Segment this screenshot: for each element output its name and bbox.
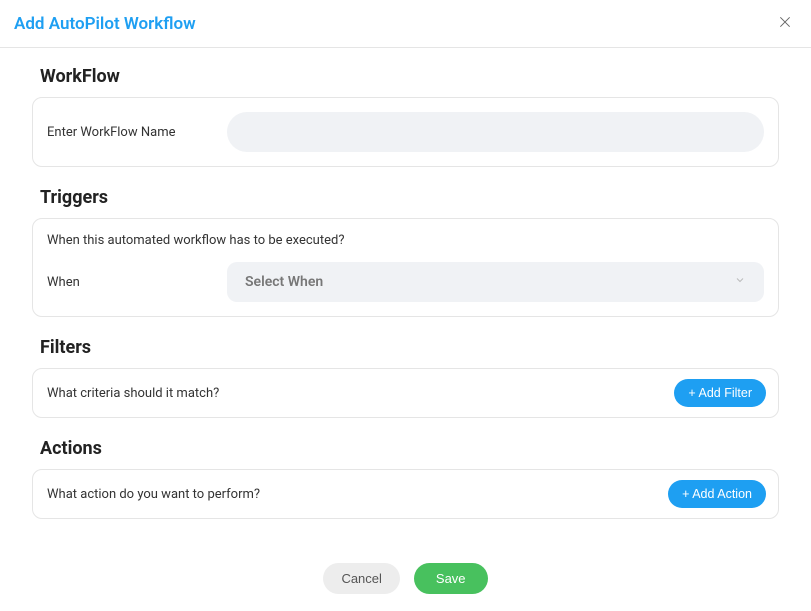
actions-section: Actions What action do you want to perfo…: [32, 438, 779, 519]
when-label: When: [47, 275, 197, 290]
close-icon: [777, 14, 793, 33]
modal-content: WorkFlow Enter WorkFlow Name Triggers Wh…: [0, 48, 811, 594]
workflow-section-title: WorkFlow: [32, 66, 779, 87]
workflow-name-row: Enter WorkFlow Name: [47, 112, 764, 152]
when-select-placeholder: Select When: [245, 274, 323, 290]
filters-question: What criteria should it match?: [47, 386, 219, 401]
when-select[interactable]: Select When: [227, 262, 764, 302]
add-action-button[interactable]: + Add Action: [668, 480, 766, 508]
actions-question: What action do you want to perform?: [47, 487, 260, 502]
workflow-name-label: Enter WorkFlow Name: [47, 125, 197, 140]
modal-header: Add AutoPilot Workflow: [0, 0, 811, 48]
chevron-down-icon: [734, 274, 746, 290]
triggers-section-title: Triggers: [32, 187, 779, 208]
workflow-name-input[interactable]: [227, 112, 764, 152]
footer: Cancel Save: [32, 563, 779, 594]
save-button[interactable]: Save: [414, 563, 488, 594]
triggers-question: When this automated workflow has to be e…: [47, 233, 764, 248]
triggers-section: Triggers When this automated workflow ha…: [32, 187, 779, 317]
actions-section-title: Actions: [32, 438, 779, 459]
modal-title: Add AutoPilot Workflow: [14, 14, 196, 34]
close-button[interactable]: [773, 10, 797, 37]
actions-card: What action do you want to perform? + Ad…: [32, 469, 779, 519]
workflow-card: Enter WorkFlow Name: [32, 97, 779, 167]
triggers-card: When this automated workflow has to be e…: [32, 218, 779, 317]
add-filter-button[interactable]: + Add Filter: [674, 379, 766, 407]
filters-section-title: Filters: [32, 337, 779, 358]
workflow-section: WorkFlow Enter WorkFlow Name: [32, 66, 779, 167]
cancel-button[interactable]: Cancel: [323, 563, 399, 594]
triggers-when-row: When Select When: [47, 262, 764, 302]
filters-section: Filters What criteria should it match? +…: [32, 337, 779, 418]
filters-card: What criteria should it match? + Add Fil…: [32, 368, 779, 418]
